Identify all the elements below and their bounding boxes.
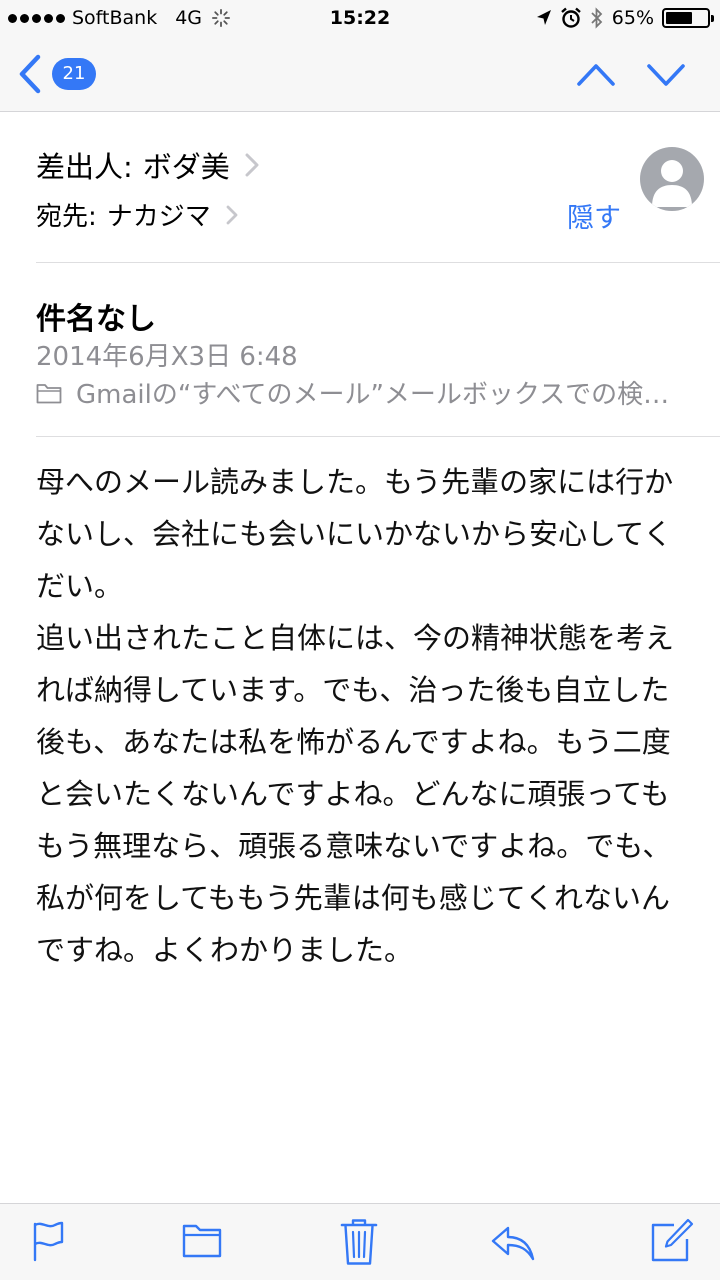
to-label: 宛先: xyxy=(36,202,97,232)
battery-icon xyxy=(662,8,714,28)
flag-icon xyxy=(33,1221,64,1262)
from-label: 差出人: xyxy=(36,150,133,184)
to-value[interactable]: ナカジマ xyxy=(107,196,211,233)
compose-icon xyxy=(651,1218,694,1262)
chevron-down-icon xyxy=(647,64,685,86)
sender-row[interactable]: 差出人: ボダ美 xyxy=(36,144,260,186)
folder-icon xyxy=(36,383,62,403)
from-value[interactable]: ボダ美 xyxy=(143,144,230,186)
location-arrow-icon xyxy=(536,10,551,25)
folder-icon xyxy=(182,1224,222,1258)
battery-percent: 65% xyxy=(611,7,654,29)
trash-button[interactable] xyxy=(340,1218,378,1270)
previous-message-button[interactable] xyxy=(576,56,616,96)
trash-icon xyxy=(340,1219,378,1265)
back-button[interactable]: 21 xyxy=(18,54,96,94)
chevron-left-icon xyxy=(19,54,41,94)
mailbox-name: Gmailの“すべてのメール”メールボックスでの検… xyxy=(76,380,670,410)
hide-details-link[interactable]: 隠す xyxy=(567,196,621,235)
message-subject: 件名なし xyxy=(36,302,156,337)
next-message-button[interactable] xyxy=(646,56,686,96)
alarm-clock-icon xyxy=(560,7,581,28)
reply-icon xyxy=(491,1226,535,1261)
status-right: 65% xyxy=(536,7,714,29)
message-date: 2014年6月X3日 6:48 xyxy=(36,342,298,372)
sender-avatar[interactable] xyxy=(640,147,704,211)
recipient-row[interactable]: 宛先: ナカジマ xyxy=(36,196,239,233)
bottom-toolbar xyxy=(0,1203,720,1280)
divider xyxy=(36,436,720,437)
navigation-bar: 21 xyxy=(0,38,720,112)
reply-button[interactable] xyxy=(490,1224,536,1266)
message-body: 母へのメール読みました。もう先輩の家には行かないし、会社にも会いにいかないから安… xyxy=(36,465,675,967)
move-to-folder-button[interactable] xyxy=(182,1220,222,1262)
battery-fill xyxy=(666,12,692,24)
chevron-right-icon xyxy=(226,205,238,224)
bluetooth-icon xyxy=(591,7,603,29)
compose-button[interactable] xyxy=(650,1218,694,1266)
chevron-up-icon xyxy=(577,64,615,86)
unread-count-badge: 21 xyxy=(52,58,96,90)
chevron-right-icon xyxy=(245,153,259,177)
person-silhouette-icon xyxy=(652,160,692,207)
status-bar: SoftBank 4G 15:22 65% xyxy=(0,0,720,38)
flag-button[interactable] xyxy=(30,1220,66,1266)
divider xyxy=(36,262,720,263)
mailbox-row[interactable]: Gmailの“すべてのメール”メールボックスでの検… xyxy=(36,374,706,411)
